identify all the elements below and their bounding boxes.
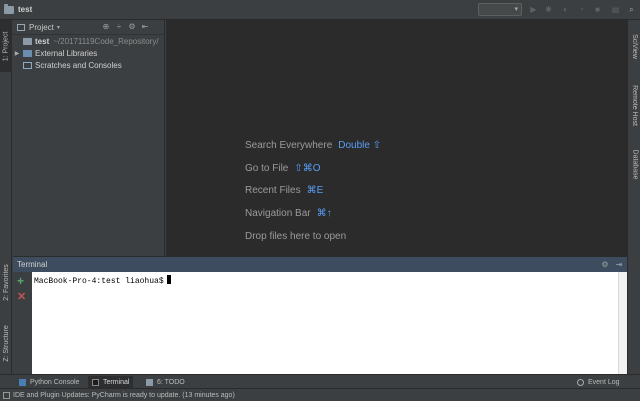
todo-button[interactable]: 6: TODO xyxy=(142,376,189,388)
python-console-label: Python Console xyxy=(30,378,80,386)
hint-drop-files: Drop files here to open xyxy=(245,231,346,242)
tab-remote-host[interactable]: Remote Host xyxy=(628,76,640,134)
event-log-label: Event Log xyxy=(588,378,620,386)
project-view-icon xyxy=(17,23,25,31)
event-log-button[interactable]: Event Log xyxy=(573,376,624,388)
tree-item-label: External Libraries xyxy=(35,48,98,58)
stop-icon[interactable]: ■ xyxy=(593,5,602,14)
terminal-actions: + ✕ xyxy=(13,272,32,374)
hint-shortcut: ⌘↑ xyxy=(316,208,332,219)
tab-project-label: 1: Project xyxy=(2,31,10,61)
tab-favorites-label: 2: Favorites xyxy=(2,263,10,301)
right-tool-stripe: SciView Remote Host Database xyxy=(627,20,640,374)
run-icon[interactable]: ▶ xyxy=(529,5,538,14)
scratches-icon xyxy=(23,61,32,69)
tab-sciview[interactable]: SciView xyxy=(628,24,640,68)
tab-structure-label: Z: Structure xyxy=(2,324,10,362)
terminal-header: Terminal ⚙ ⇥ xyxy=(13,256,627,272)
navigation-bar: test ▾ ▶ ✱ ◐ ◔ ■ ▤ ⌕ xyxy=(0,0,640,20)
gear-icon[interactable]: ⚙ xyxy=(600,260,610,270)
tab-database[interactable]: Database xyxy=(628,140,640,188)
hint-label: Search Everywhere xyxy=(245,140,333,151)
hint-label: Navigation Bar xyxy=(245,208,311,219)
tab-remote-host-label: Remote Host xyxy=(631,84,639,126)
hint-shortcut: ⇧⌘O xyxy=(294,163,321,174)
hint-shortcut: Double ⇧ xyxy=(338,140,382,151)
hint-label: Drop files here to open xyxy=(245,231,347,242)
project-view-selector[interactable]: Project xyxy=(29,23,54,32)
hint-label: Go to File xyxy=(245,163,289,174)
tab-database-label: Database xyxy=(631,149,638,179)
terminal-prompt: MacBook-Pro-4:test liaohua$ xyxy=(34,275,171,286)
python-icon xyxy=(19,378,26,386)
todo-label: 6: TODO xyxy=(157,378,185,386)
python-console-button[interactable]: Python Console xyxy=(15,376,83,388)
expand-arrow-icon[interactable]: ▶ xyxy=(13,50,21,57)
tree-item-test[interactable]: test ~/20171119Code_Repository/ xyxy=(13,35,164,47)
library-icon xyxy=(23,49,32,57)
terminal-prompt-text: MacBook-Pro-4:test liaohua$ xyxy=(34,277,164,286)
project-panel-header: Project ▾ ⊕ ÷ ⚙ ⇤ xyxy=(13,20,164,35)
tree-item-label: test xyxy=(35,36,50,46)
hint-recent-files: Recent Files ⌘E xyxy=(245,185,323,196)
scroll-from-source-icon[interactable]: ⊕ xyxy=(101,22,111,32)
editor-area[interactable]: Search Everywhere Double ⇧ Go to File ⇧⌘O … xyxy=(166,20,627,256)
status-message[interactable]: IDE and Plugin Updates: PyCharm is ready… xyxy=(13,392,235,399)
gear-icon[interactable]: ⚙ xyxy=(127,22,137,32)
search-icon[interactable]: ⌕ xyxy=(627,5,636,14)
hint-label: Recent Files xyxy=(245,185,301,196)
status-icon[interactable] xyxy=(3,391,10,399)
terminal-cursor xyxy=(166,275,171,284)
chevron-down-icon[interactable]: ▾ xyxy=(57,24,60,31)
terminal-icon xyxy=(92,378,99,386)
terminal-button-label: Terminal xyxy=(103,378,130,386)
new-session-icon[interactable]: + xyxy=(17,275,24,287)
profile-icon[interactable]: ◔ xyxy=(577,5,586,14)
folder-icon xyxy=(23,37,32,45)
close-session-icon[interactable]: ✕ xyxy=(17,291,26,303)
tab-favorites[interactable]: 2: Favorites xyxy=(0,252,12,312)
hint-search-everywhere: Search Everywhere Double ⇧ xyxy=(245,140,381,151)
tab-sciview-label: SciView xyxy=(631,33,638,59)
tab-structure[interactable]: Z: Structure xyxy=(0,314,12,372)
left-tool-stripe: 1: Project 2: Favorites Z: Structure xyxy=(0,20,12,374)
tree-item-scratches[interactable]: Scratches and Consoles xyxy=(13,59,164,71)
terminal-button[interactable]: Terminal xyxy=(88,376,134,388)
tree-item-label: Scratches and Consoles xyxy=(35,60,122,70)
hide-panel-icon[interactable]: ⇥ xyxy=(614,260,624,270)
hint-shortcut: ⌘E xyxy=(306,185,324,196)
hide-panel-icon[interactable]: ⇤ xyxy=(140,22,150,32)
hint-go-to-file: Go to File ⇧⌘O xyxy=(245,163,321,174)
tree-item-external-libraries[interactable]: ▶ External Libraries xyxy=(13,47,164,59)
project-panel: Project ▾ ⊕ ÷ ⚙ ⇤ test ~/20171119Code_Re… xyxy=(13,20,165,256)
status-bar: IDE and Plugin Updates: PyCharm is ready… xyxy=(0,388,640,401)
terminal-title: Terminal xyxy=(17,260,48,269)
run-configuration-dropdown[interactable]: ▾ xyxy=(478,3,522,16)
collapse-all-icon[interactable]: ÷ xyxy=(114,22,124,32)
build-icon[interactable]: ▤ xyxy=(611,5,620,14)
terminal-scrollbar[interactable] xyxy=(618,272,627,374)
chevron-down-icon: ▾ xyxy=(514,6,518,13)
hint-navigation-bar: Navigation Bar ⌘↑ xyxy=(245,208,332,219)
project-title[interactable]: test xyxy=(18,5,32,14)
folder-icon xyxy=(4,3,14,14)
bottom-tool-bar: Python Console Terminal 6: TODO Event Lo… xyxy=(0,374,640,388)
tab-project[interactable]: 1: Project xyxy=(0,20,12,72)
tree-item-path: ~/20171119Code_Repository/ xyxy=(53,36,159,46)
todo-icon xyxy=(146,378,153,386)
event-log-icon xyxy=(577,378,584,386)
terminal-output[interactable]: MacBook-Pro-4:test liaohua$ xyxy=(32,272,618,374)
debug-icon[interactable]: ✱ xyxy=(544,5,553,14)
coverage-icon[interactable]: ◐ xyxy=(561,5,570,14)
